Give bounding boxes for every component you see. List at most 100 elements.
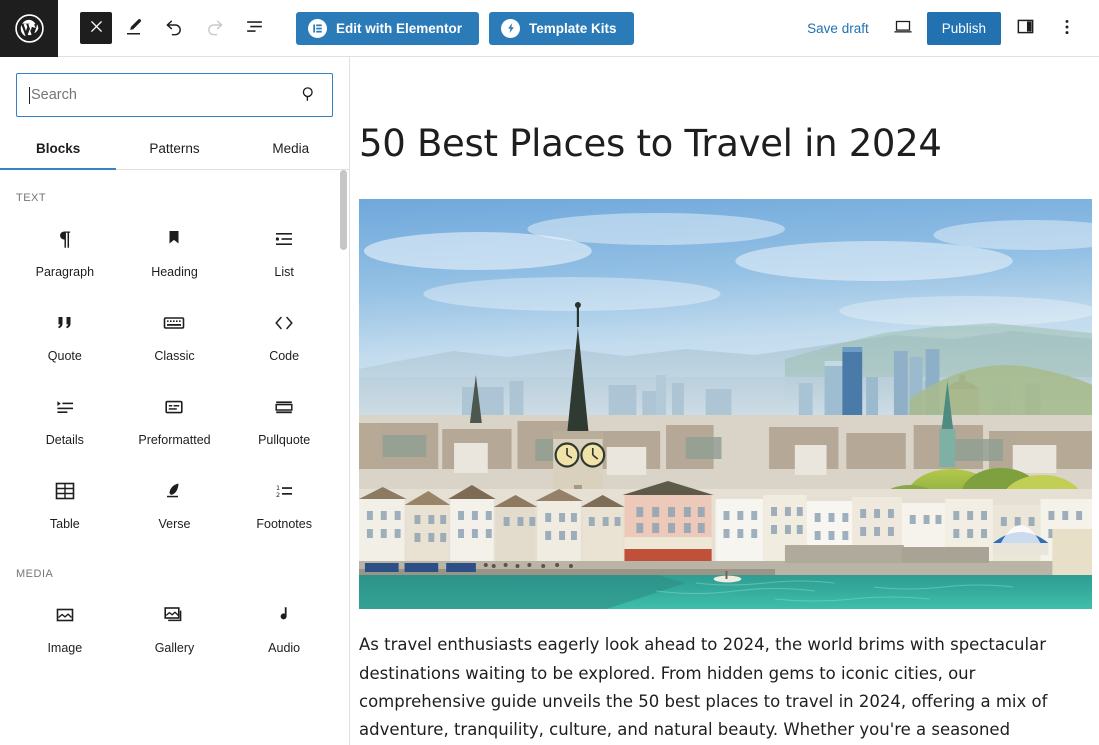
save-draft-button[interactable]: Save draft (797, 15, 879, 42)
angle-brackets-code-icon (271, 310, 297, 336)
block-label: Preformatted (138, 433, 211, 447)
block-item-pullquote[interactable]: Pullquote (229, 372, 339, 456)
tab-media[interactable]: Media (233, 128, 349, 169)
redo-arrow-icon (204, 16, 225, 40)
block-item-footnotes[interactable]: 1 2 Footnotes (229, 456, 339, 540)
block-item-audio[interactable]: Audio (229, 580, 339, 664)
block-label: Image (47, 641, 83, 655)
three-dots-vertical-icon (1057, 17, 1077, 40)
block-label: Heading (151, 265, 198, 279)
tools-pencil-button[interactable] (116, 10, 152, 46)
block-item-table[interactable]: Table (10, 456, 120, 540)
block-label: Classic (154, 349, 195, 363)
block-item-quote[interactable]: Quote (10, 288, 120, 372)
tab-blocks[interactable]: Blocks (0, 128, 117, 170)
block-item-details[interactable]: Details (10, 372, 120, 456)
elementor-logo-icon (308, 18, 327, 38)
close-editor-button[interactable] (80, 12, 112, 44)
search-placeholder: Search (31, 87, 77, 103)
redo-button[interactable] (196, 10, 232, 46)
image-picture-icon (53, 602, 77, 628)
pullquote-bars-icon (272, 394, 296, 420)
blocks-scroll-area[interactable]: TEXT ¶ Paragraph Heading List Quote Clas… (0, 170, 349, 735)
text-cursor (29, 86, 30, 104)
list-view-icon (244, 16, 265, 40)
details-disclosure-icon (53, 394, 77, 420)
preformatted-box-icon (162, 394, 186, 420)
undo-button[interactable] (156, 10, 192, 46)
block-item-gallery[interactable]: Gallery (120, 580, 230, 664)
block-item-heading[interactable]: Heading (120, 204, 230, 288)
block-label: Gallery (154, 641, 195, 655)
preview-button[interactable] (885, 10, 921, 46)
settings-sidebar-toggle[interactable] (1007, 10, 1043, 46)
numbered-list-icon: 1 2 (271, 478, 297, 504)
block-label: Table (49, 517, 80, 531)
publish-button[interactable]: Publish (926, 11, 1001, 45)
block-item-classic[interactable]: Classic (120, 288, 230, 372)
editor-canvas: 50 Best Places to Travel in 2024 As trav… (351, 57, 1099, 745)
editor-top-toolbar: Edit with Elementor Template Kits Save d… (0, 0, 1099, 57)
lightning-bolt-icon (501, 18, 521, 38)
block-item-code[interactable]: Code (229, 288, 339, 372)
category-label-text: TEXT (16, 192, 47, 204)
inserter-tabs: Blocks Patterns Media (0, 128, 349, 170)
template-kits-label: Template Kits (529, 20, 617, 36)
edit-with-elementor-label: Edit with Elementor (336, 20, 463, 36)
block-label: Audio (268, 641, 301, 655)
block-item-preformatted[interactable]: Preformatted (120, 372, 230, 456)
pilcrow-icon: ¶ (53, 226, 77, 252)
block-label: List (274, 265, 294, 279)
search-submit-button[interactable] (298, 84, 320, 106)
bookmark-heading-icon (162, 226, 186, 252)
page-title[interactable]: 50 Best Places to Travel in 2024 (351, 57, 1099, 167)
zurich-cityscape-image (359, 199, 1092, 610)
block-item-list[interactable]: List (229, 204, 339, 288)
more-options-button[interactable] (1049, 10, 1085, 46)
text-blocks-grid: ¶ Paragraph Heading List Quote Classic C… (0, 204, 349, 540)
inserter-scrollbar[interactable] (340, 170, 347, 735)
table-grid-icon (52, 478, 78, 504)
body-paragraph[interactable]: As travel enthusiasts eagerly look ahead… (351, 609, 1099, 745)
svg-text:2: 2 (276, 491, 280, 499)
keyboard-classic-icon (161, 310, 187, 336)
sidebar-panel-icon (1015, 16, 1036, 40)
media-blocks-grid: Image Gallery Audio (0, 580, 349, 664)
tab-patterns[interactable]: Patterns (116, 128, 232, 169)
bulleted-list-icon (272, 226, 296, 252)
inserter-scrollbar-thumb[interactable] (340, 170, 347, 250)
undo-arrow-icon (164, 16, 185, 40)
toolbar-right-group: Save draft Publish (797, 10, 1099, 46)
category-label-media: MEDIA (16, 568, 54, 580)
feather-quill-icon (162, 478, 186, 504)
block-label: Verse (158, 517, 191, 531)
wordpress-logo-button[interactable] (0, 0, 58, 57)
wordpress-logo-icon (14, 13, 45, 44)
block-item-verse[interactable]: Verse (120, 456, 230, 540)
search-input[interactable]: Search (16, 73, 333, 117)
search-section: Search (0, 57, 349, 117)
block-item-paragraph[interactable]: ¶ Paragraph (10, 204, 120, 288)
template-kits-button[interactable]: Template Kits (489, 11, 634, 45)
close-x-icon (89, 19, 104, 37)
quotation-marks-icon (53, 310, 77, 336)
block-label: Quote (47, 349, 82, 363)
music-note-icon (272, 602, 296, 628)
block-label: Pullquote (258, 433, 311, 447)
block-label: Footnotes (256, 517, 312, 531)
toolbar-left-icon-group (80, 10, 272, 46)
search-magnifier-icon (300, 85, 318, 106)
svg-text:¶: ¶ (58, 227, 71, 251)
block-label: Paragraph (35, 265, 95, 279)
block-inserter-panel: Search Blocks Patterns Media TEXT ¶ Para… (0, 57, 350, 745)
featured-image-block[interactable] (359, 199, 1092, 610)
laptop-preview-icon (892, 16, 914, 41)
block-label: Details (45, 433, 84, 447)
toolbar-plugin-actions: Edit with Elementor Template Kits (296, 11, 634, 45)
gallery-stack-icon (161, 602, 187, 628)
block-label: Code (269, 349, 300, 363)
block-item-image[interactable]: Image (10, 580, 120, 664)
document-overview-button[interactable] (236, 10, 272, 46)
pencil-edit-icon (124, 17, 144, 40)
edit-with-elementor-button[interactable]: Edit with Elementor (296, 11, 480, 45)
